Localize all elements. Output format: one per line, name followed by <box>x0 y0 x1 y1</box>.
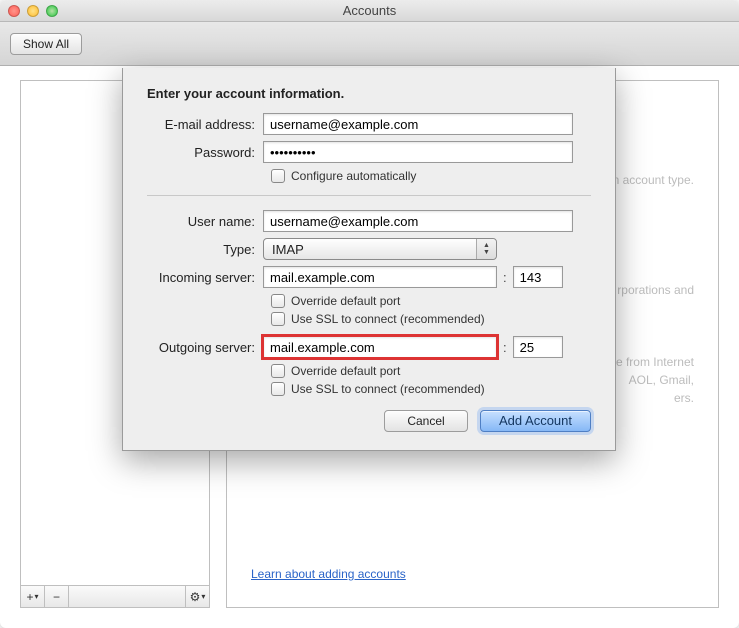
colon: : <box>497 340 513 355</box>
toolbar: Show All <box>0 22 739 66</box>
window-controls <box>8 5 58 17</box>
incoming-label: Incoming server: <box>147 270 263 285</box>
password-field[interactable] <box>263 141 573 163</box>
incoming-server-field[interactable] <box>263 266 497 288</box>
add-account-button[interactable]: Add Account <box>480 410 591 432</box>
outgoing-server-field[interactable] <box>263 336 497 358</box>
plus-icon: + <box>26 590 33 604</box>
chevron-down-icon: ▾ <box>35 592 39 601</box>
close-icon[interactable] <box>8 5 20 17</box>
configure-auto-label: Configure automatically <box>291 169 416 183</box>
add-account-sheet: Enter your account information. E-mail a… <box>122 68 616 451</box>
incoming-ssl-label: Use SSL to connect (recommended) <box>291 312 485 326</box>
outgoing-ssl-checkbox[interactable] <box>271 382 285 396</box>
incoming-override-port-checkbox[interactable] <box>271 294 285 308</box>
cancel-button[interactable]: Cancel <box>384 410 468 432</box>
accounts-window: Accounts Show All +▾ − ⚙▾ ed, select an … <box>0 0 739 628</box>
outgoing-ssl-label: Use SSL to connect (recommended) <box>291 382 485 396</box>
settings-button[interactable]: ⚙▾ <box>185 586 209 607</box>
add-account-button[interactable]: +▾ <box>21 586 45 607</box>
email-label: E-mail address: <box>147 117 263 132</box>
email-field[interactable] <box>263 113 573 135</box>
username-label: User name: <box>147 214 263 229</box>
obscured-text: rporations and <box>617 281 694 299</box>
incoming-override-port-label: Override default port <box>291 294 400 308</box>
gear-icon: ⚙ <box>190 590 201 604</box>
outgoing-override-port-label: Override default port <box>291 364 400 378</box>
learn-link[interactable]: Learn about adding accounts <box>251 567 406 581</box>
select-arrows-icon: ▲▼ <box>476 239 496 259</box>
outgoing-label: Outgoing server: <box>147 340 263 355</box>
divider <box>147 195 591 196</box>
incoming-ssl-checkbox[interactable] <box>271 312 285 326</box>
window-title: Accounts <box>343 3 396 18</box>
remove-account-button[interactable]: − <box>45 586 69 607</box>
titlebar: Accounts <box>0 0 739 22</box>
colon: : <box>497 270 513 285</box>
username-field[interactable] <box>263 210 573 232</box>
sidebar-toolbar: +▾ − ⚙▾ <box>21 585 209 607</box>
incoming-port-field[interactable] <box>513 266 563 288</box>
type-value: IMAP <box>272 242 304 257</box>
password-label: Password: <box>147 145 263 160</box>
sheet-title: Enter your account information. <box>147 86 591 101</box>
chevron-down-icon: ▾ <box>201 592 205 601</box>
obscured-text: e from Internet AOL, Gmail, ers. <box>616 353 694 407</box>
type-select[interactable]: IMAP ▲▼ <box>263 238 497 260</box>
minus-icon: − <box>53 590 60 604</box>
zoom-icon[interactable] <box>46 5 58 17</box>
outgoing-port-field[interactable] <box>513 336 563 358</box>
outgoing-override-port-checkbox[interactable] <box>271 364 285 378</box>
minimize-icon[interactable] <box>27 5 39 17</box>
type-label: Type: <box>147 242 263 257</box>
configure-auto-checkbox[interactable] <box>271 169 285 183</box>
show-all-button[interactable]: Show All <box>10 33 82 55</box>
